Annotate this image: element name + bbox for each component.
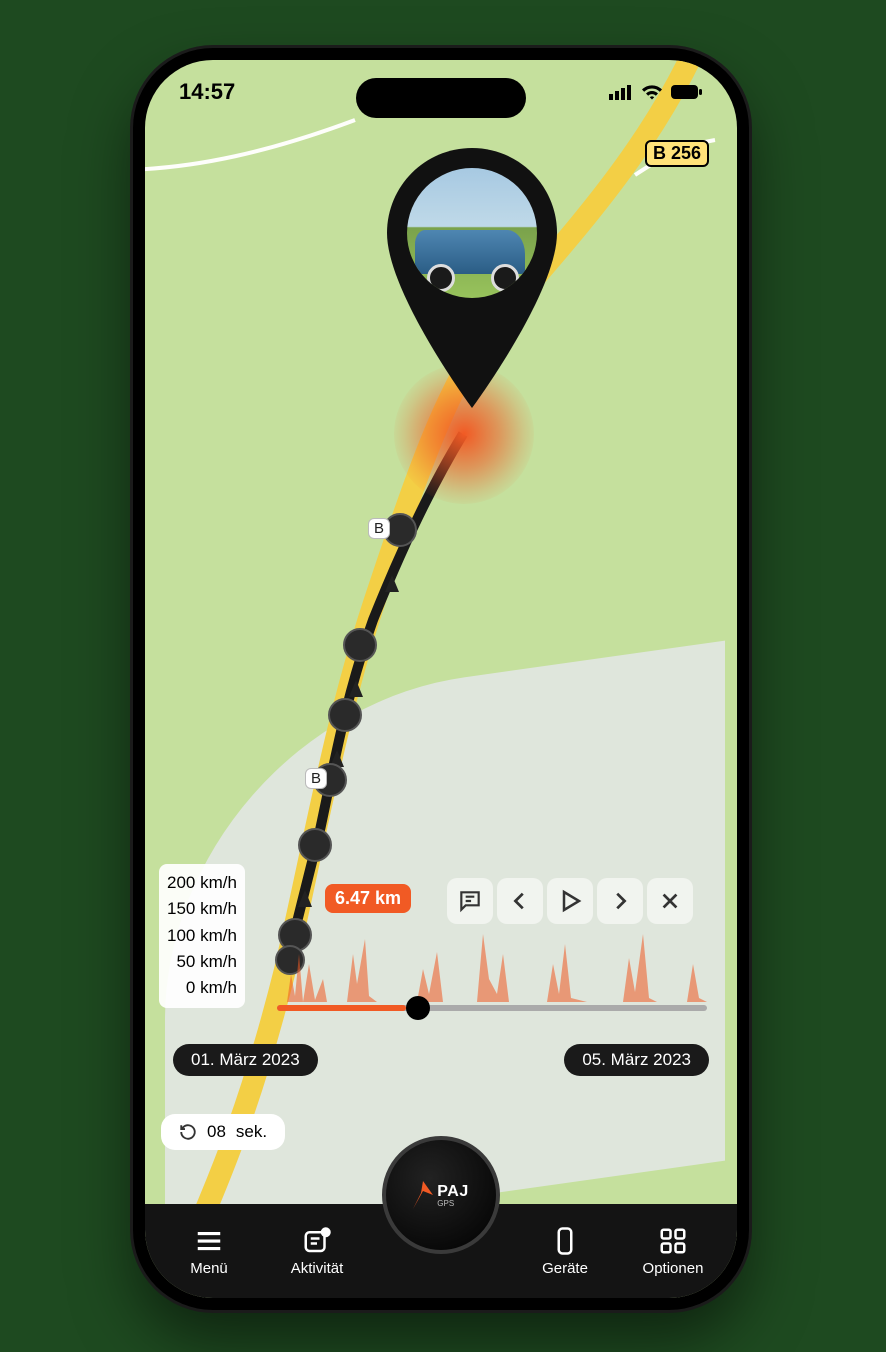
nav-menu[interactable]: Menü xyxy=(165,1226,253,1277)
notes-icon xyxy=(457,888,483,914)
nav-options[interactable]: Optionen xyxy=(629,1226,717,1277)
battery-icon xyxy=(671,84,703,100)
activity-icon xyxy=(302,1226,332,1256)
nav-label: Aktivität xyxy=(291,1260,344,1277)
chevron-left-icon xyxy=(509,890,531,912)
nav-label: Menü xyxy=(190,1260,228,1277)
distance-badge: 6.47 km xyxy=(325,884,411,913)
nav-label: Geräte xyxy=(542,1260,588,1277)
date-start-pill[interactable]: 01. März 2023 xyxy=(173,1044,318,1076)
prev-button[interactable] xyxy=(497,878,543,924)
playback-controls xyxy=(447,878,693,924)
nav-center-button[interactable]: PAJ GPS xyxy=(382,1136,500,1254)
track-waypoint-label: B xyxy=(305,768,327,789)
timeline-slider[interactable] xyxy=(277,1005,707,1011)
refresh-unit: sek. xyxy=(236,1122,267,1142)
nav-label: Optionen xyxy=(643,1260,704,1277)
next-button[interactable] xyxy=(597,878,643,924)
refresh-icon xyxy=(179,1123,197,1141)
map[interactable]: B 256 B B xyxy=(145,60,737,1298)
ytick: 200 km/h xyxy=(167,870,237,896)
ytick: 100 km/h xyxy=(167,923,237,949)
location-pin[interactable] xyxy=(387,148,557,408)
ytick: 0 km/h xyxy=(167,975,237,1001)
clock: 14:57 xyxy=(179,79,235,105)
phone-frame: 14:57 B 256 xyxy=(133,48,749,1310)
logo-icon xyxy=(413,1181,433,1209)
play-icon xyxy=(558,889,582,913)
speed-sparkline xyxy=(287,924,707,1002)
wifi-icon xyxy=(641,84,663,100)
date-end-pill[interactable]: 05. März 2023 xyxy=(564,1044,709,1076)
menu-icon xyxy=(194,1226,224,1256)
device-icon xyxy=(550,1226,580,1256)
tracker-avatar xyxy=(407,168,537,298)
options-icon xyxy=(658,1226,688,1256)
status-right xyxy=(609,84,703,100)
close-icon xyxy=(659,890,681,912)
road-sign: B 256 xyxy=(645,140,709,167)
notes-button[interactable] xyxy=(447,878,493,924)
close-button[interactable] xyxy=(647,878,693,924)
refresh-chip[interactable]: 08 sek. xyxy=(161,1114,285,1150)
nav-activity[interactable]: Aktivität xyxy=(273,1226,361,1277)
track-waypoint-label: B xyxy=(368,518,390,539)
ytick: 50 km/h xyxy=(167,949,237,975)
screen: 14:57 B 256 xyxy=(145,60,737,1298)
nav-devices[interactable]: Geräte xyxy=(521,1226,609,1277)
ytick: 150 km/h xyxy=(167,896,237,922)
play-button[interactable] xyxy=(547,878,593,924)
notch xyxy=(356,78,526,118)
logo-sub: GPS xyxy=(437,1199,468,1208)
cellular-icon xyxy=(609,84,633,100)
refresh-value: 08 xyxy=(207,1122,226,1142)
chevron-right-icon xyxy=(609,890,631,912)
speed-axis: 200 km/h 150 km/h 100 km/h 50 km/h 0 km/… xyxy=(159,864,245,1008)
